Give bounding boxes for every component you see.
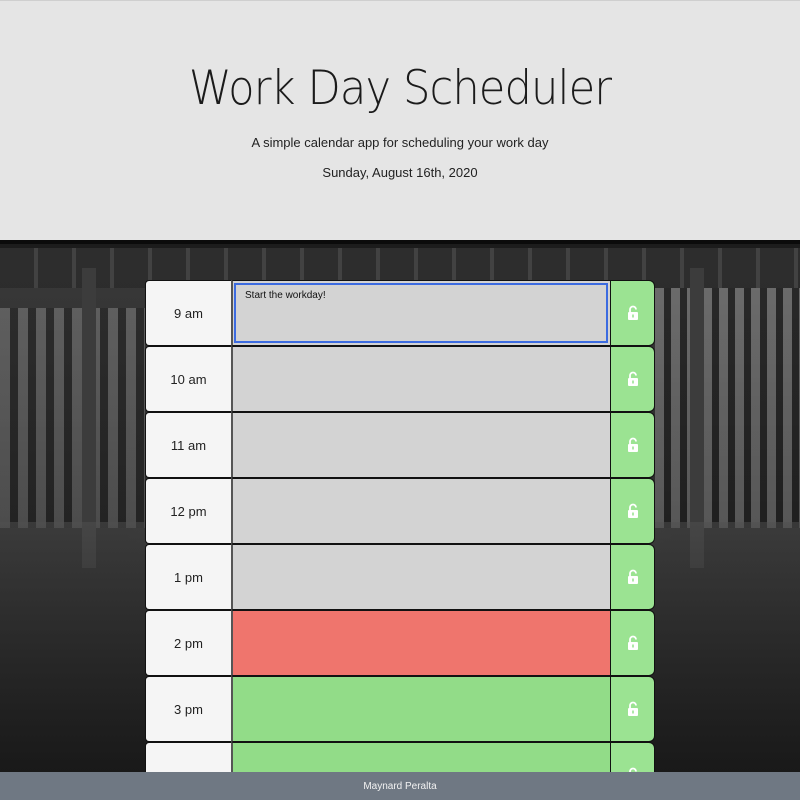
footer: Maynard Peralta (0, 772, 800, 800)
event-description-input[interactable] (231, 412, 611, 478)
event-description-input[interactable] (231, 478, 611, 544)
page-subtitle: A simple calendar app for scheduling you… (251, 135, 549, 150)
time-block-row: 3 pm (145, 676, 655, 742)
unlock-icon (627, 437, 638, 452)
time-block-row: 12 pm (145, 478, 655, 544)
event-description-input[interactable] (231, 676, 611, 742)
jumbotron-header: Work Day Scheduler A simple calendar app… (0, 0, 800, 244)
time-block-row: 10 am (145, 346, 655, 412)
save-button[interactable] (611, 478, 655, 544)
time-block-row: 11 am (145, 412, 655, 478)
save-button[interactable] (611, 610, 655, 676)
hour-label: 10 am (145, 346, 231, 412)
unlock-icon (627, 305, 638, 320)
event-description-input[interactable] (231, 346, 611, 412)
hour-label: 3 pm (145, 676, 231, 742)
unlock-icon (627, 371, 638, 386)
hour-label: 2 pm (145, 610, 231, 676)
unlock-icon (627, 635, 638, 650)
footer-author: Maynard Peralta (363, 780, 437, 792)
time-block-row: 2 pm (145, 610, 655, 676)
unlock-icon (627, 701, 638, 716)
page-title: Work Day Scheduler (188, 61, 612, 116)
time-block-row: 9 am Start the workday! (145, 280, 655, 346)
current-day: Sunday, August 16th, 2020 (322, 165, 478, 180)
hour-label: 9 am (145, 280, 231, 346)
save-button[interactable] (611, 280, 655, 346)
hour-label: 1 pm (145, 544, 231, 610)
background-right-windows (655, 288, 800, 528)
save-button[interactable] (611, 676, 655, 742)
hour-label: 12 pm (145, 478, 231, 544)
event-description-input[interactable]: Start the workday! (231, 280, 611, 346)
save-button[interactable] (611, 346, 655, 412)
hour-label: 11 am (145, 412, 231, 478)
event-description-input[interactable] (231, 610, 611, 676)
unlock-icon (627, 503, 638, 518)
time-block-row: 1 pm (145, 544, 655, 610)
event-description-input[interactable] (231, 544, 611, 610)
background-left-windows (0, 308, 145, 528)
save-button[interactable] (611, 544, 655, 610)
save-button[interactable] (611, 412, 655, 478)
unlock-icon (627, 569, 638, 584)
